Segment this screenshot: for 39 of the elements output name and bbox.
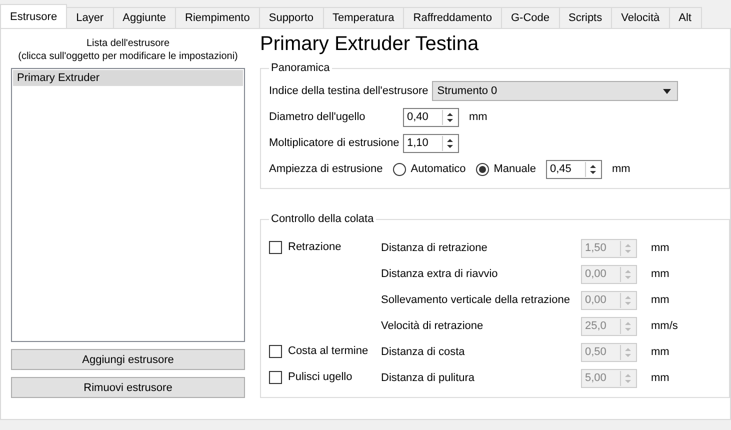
number-field[interactable]: 1,10 [403, 134, 459, 152]
unit-label: mm/s [651, 320, 678, 332]
number-field[interactable]: 0,40 [403, 108, 459, 126]
field-label: Distanza extra di riavvio [381, 268, 498, 280]
checkbox[interactable]: Costa al termine [269, 339, 368, 363]
extruder-button[interactable]: Aggiungi estrusore [11, 349, 245, 370]
field-label: Indice della testina dell'estrusore [269, 85, 428, 97]
field-label: Distanza di costa [381, 346, 465, 358]
field-label: Diametro dell'ugello [269, 111, 366, 123]
unit-label: mm [612, 163, 630, 175]
checkbox[interactable]: Pulisci ugello [269, 365, 352, 389]
unit-label: mm [651, 294, 670, 306]
group-title: Panoramica [270, 62, 331, 74]
page-title: Primary Extruder Testina [260, 33, 480, 56]
number-field[interactable]: 0,45 [546, 160, 602, 178]
extruder-button[interactable]: Rimuovi estrusore [11, 377, 245, 398]
checkbox[interactable]: Retrazione [269, 235, 342, 259]
list-item[interactable]: Primary Extruder [13, 70, 243, 86]
list-title: (clicca sull'oggetto per modificare le impostazioni) [18, 50, 238, 63]
tab[interactable]: Alt [668, 7, 702, 28]
tab[interactable]: Estrusore [0, 4, 68, 28]
group-title: Controllo della colata [270, 213, 375, 225]
field-label: Sollevamento verticale della retrazione [381, 294, 570, 306]
dropdown-arrow-icon [663, 88, 672, 94]
unit-label: mm [651, 242, 670, 254]
radio-option[interactable]: Manuale [476, 162, 536, 176]
field-label: Moltiplicatore di estrusione [269, 137, 399, 149]
dropdown[interactable]: Strumento 0 [432, 81, 678, 101]
list-title: Lista dell'estrusore [86, 37, 170, 50]
unit-label: mm [651, 372, 670, 384]
field-label: Ampiezza di estrusione [269, 163, 383, 175]
field-label: Distanza di retrazione [381, 242, 488, 254]
unit-label: mm [469, 111, 488, 123]
unit-label: mm [651, 268, 670, 280]
radio-option[interactable]: Automatico [392, 162, 466, 176]
field-label: Velocità di retrazione [381, 320, 484, 332]
field-label: Distanza di pulitura [381, 372, 475, 384]
unit-label: mm [651, 346, 670, 358]
extruder-list[interactable]: Primary Extruder [11, 68, 245, 342]
